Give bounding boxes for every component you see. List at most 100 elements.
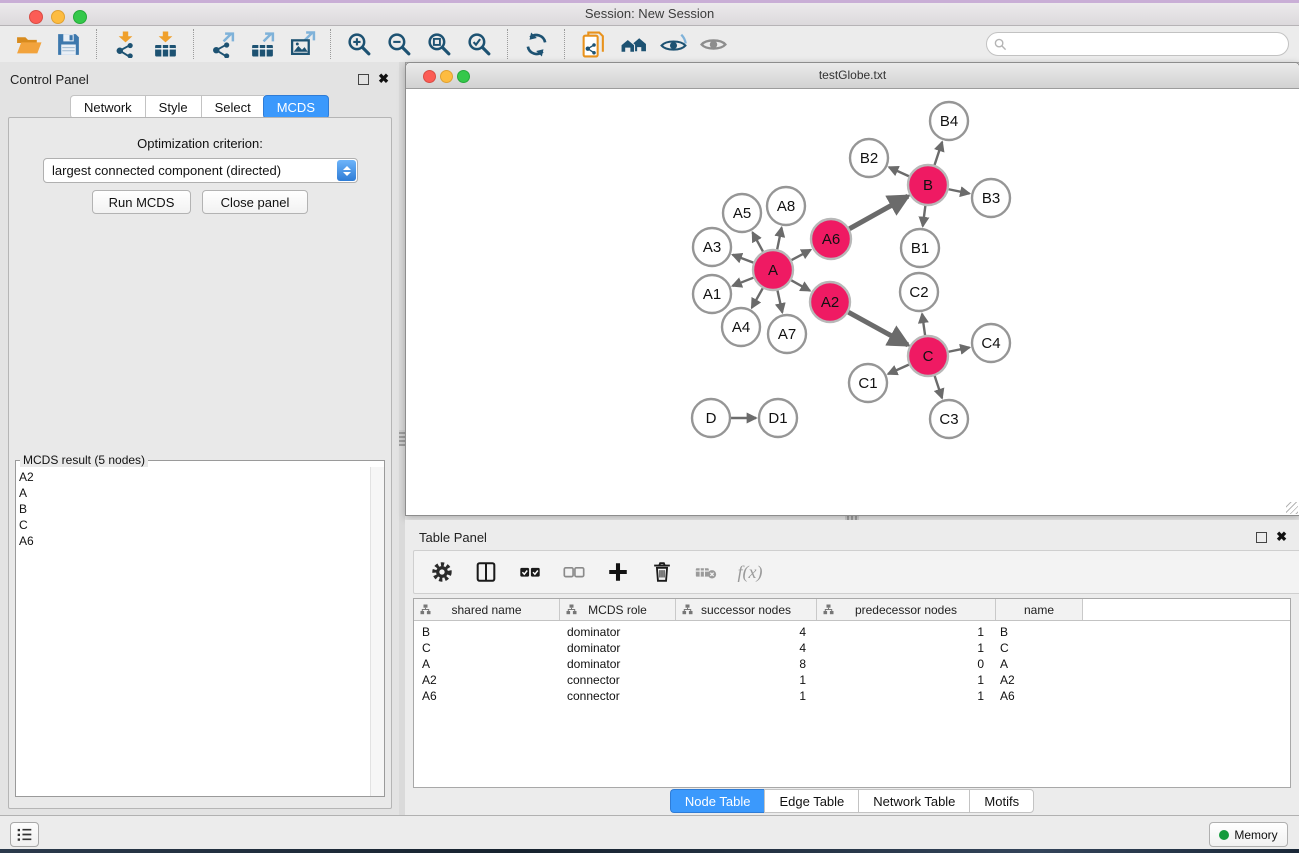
graph-edge-B-B4[interactable] [935, 142, 943, 165]
graph-edge-C-C4[interactable] [949, 347, 970, 351]
select-all-columns-button[interactable] [516, 558, 544, 586]
network-canvas[interactable]: AA1A2A3A4A5A6A7A8BB1B2B3B4CC1C2C3C4DD1 [406, 89, 1299, 515]
search-input[interactable] [986, 32, 1289, 56]
main-titlebar[interactable]: Session: New Session [0, 3, 1299, 26]
table-row[interactable]: A dominator 8 0 A [414, 656, 1290, 672]
function-builder-button[interactable]: f(x) [736, 558, 764, 586]
run-mcds-button[interactable]: Run MCDS [92, 190, 191, 214]
tab-style[interactable]: Style [145, 95, 201, 119]
tab-network[interactable]: Network [70, 95, 145, 119]
graph-edge-C-C2[interactable] [922, 314, 925, 335]
graph-node-A4[interactable]: A4 [722, 308, 760, 346]
tab-mcds[interactable]: MCDS [263, 95, 329, 119]
open-session-button[interactable] [8, 28, 48, 60]
graph-node-C3[interactable]: C3 [930, 400, 968, 438]
graph-node-C2[interactable]: C2 [900, 273, 938, 311]
graph-node-B4[interactable]: B4 [930, 102, 968, 140]
column-header-name[interactable]: name [996, 599, 1083, 620]
close-panel-button[interactable]: Close panel [202, 190, 308, 214]
graph-edge-A-A1[interactable] [732, 278, 753, 286]
graph-edge-A-A3[interactable] [733, 255, 754, 263]
export-table-button[interactable] [242, 28, 282, 60]
memory-button[interactable]: Memory [1209, 822, 1288, 847]
list-item[interactable]: A [19, 485, 371, 501]
graph-edge-B-B1[interactable] [923, 206, 926, 226]
window-resize-grip[interactable] [1286, 502, 1298, 514]
graph-edge-A-A7[interactable] [777, 291, 782, 313]
graph-node-A7[interactable]: A7 [768, 315, 806, 353]
graph-edge-A6-B[interactable] [849, 196, 908, 229]
close-panel-icon[interactable]: ✖ [1276, 532, 1287, 542]
tab-network-table[interactable]: Network Table [858, 789, 969, 813]
column-header-predecessor-nodes[interactable]: predecessor nodes [817, 599, 996, 620]
graph-node-B[interactable]: B [908, 165, 948, 205]
tab-edge-table[interactable]: Edge Table [764, 789, 858, 813]
graph-node-A8[interactable]: A8 [767, 187, 805, 225]
graph-edge-A-A4[interactable] [752, 288, 763, 308]
column-header-successor-nodes[interactable]: successor nodes [676, 599, 817, 620]
column-header-shared-name[interactable]: shared name [414, 599, 560, 620]
graph-node-C4[interactable]: C4 [972, 324, 1010, 362]
zoom-selected-button[interactable] [459, 28, 499, 60]
graph-node-D1[interactable]: D1 [759, 399, 797, 437]
graph-edge-B-B2[interactable] [889, 167, 909, 176]
list-item[interactable]: A6 [19, 533, 371, 549]
table-row[interactable]: A2 connector 1 1 A2 [414, 672, 1290, 688]
show-task-history-button[interactable] [10, 822, 39, 847]
tab-node-table[interactable]: Node Table [670, 789, 765, 813]
network-window-titlebar[interactable]: testGlobe.txt [406, 63, 1299, 89]
tab-motifs[interactable]: Motifs [969, 789, 1034, 813]
graph-node-B2[interactable]: B2 [850, 139, 888, 177]
delete-column-button[interactable] [648, 558, 676, 586]
float-panel-icon[interactable] [358, 74, 369, 85]
list-item[interactable]: A2 [19, 469, 371, 485]
show-graphics-details-button[interactable] [653, 28, 693, 60]
graph-edge-A-A2[interactable] [791, 280, 810, 290]
graph-node-A2[interactable]: A2 [810, 282, 850, 322]
close-panel-icon[interactable]: ✖ [378, 74, 389, 84]
graph-edge-A2-C[interactable] [848, 312, 907, 345]
table-settings-button[interactable] [428, 558, 456, 586]
import-network-button[interactable] [105, 28, 145, 60]
mcds-result-list[interactable]: A2 A B C A6 [16, 467, 371, 796]
graph-node-C1[interactable]: C1 [849, 364, 887, 402]
import-table-button[interactable] [145, 28, 185, 60]
graph-node-A5[interactable]: A5 [723, 194, 761, 232]
graph-edge-C-C3[interactable] [935, 376, 942, 398]
graph-node-B1[interactable]: B1 [901, 229, 939, 267]
scrollbar-track[interactable] [370, 467, 384, 796]
graph-node-B3[interactable]: B3 [972, 179, 1010, 217]
graph-node-A[interactable]: A [753, 250, 793, 290]
graph-edge-B-B3[interactable] [949, 189, 970, 193]
export-network-button[interactable] [202, 28, 242, 60]
refresh-view-button[interactable] [516, 28, 556, 60]
graph-edge-A-A5[interactable] [753, 232, 763, 251]
list-item[interactable]: C [19, 517, 371, 533]
graph-edge-C-C1[interactable] [888, 365, 909, 374]
deselect-all-columns-button[interactable] [560, 558, 588, 586]
graph-node-A1[interactable]: A1 [693, 275, 731, 313]
graph-node-D[interactable]: D [692, 399, 730, 437]
graph-edge-A-A6[interactable] [792, 250, 811, 260]
criterion-dropdown[interactable]: largest connected component (directed) [43, 158, 358, 183]
table-row[interactable]: C dominator 4 1 C [414, 640, 1290, 656]
tab-select[interactable]: Select [201, 95, 264, 119]
save-session-button[interactable] [48, 28, 88, 60]
zoom-fit-button[interactable] [419, 28, 459, 60]
float-panel-icon[interactable] [1256, 532, 1267, 543]
show-all-networks-button[interactable] [613, 28, 653, 60]
hide-graphics-details-button[interactable] [693, 28, 733, 60]
network-graph[interactable]: AA1A2A3A4A5A6A7A8BB1B2B3B4CC1C2C3C4DD1 [406, 89, 1297, 514]
copy-network-button[interactable] [573, 28, 613, 60]
graph-node-C[interactable]: C [908, 336, 948, 376]
column-layout-button[interactable] [472, 558, 500, 586]
export-image-button[interactable] [282, 28, 322, 60]
table-row[interactable]: B dominator 4 1 B [414, 624, 1290, 640]
zoom-in-button[interactable] [339, 28, 379, 60]
graph-edge-A-A8[interactable] [777, 228, 781, 250]
column-header-mcds-role[interactable]: MCDS role [560, 599, 676, 620]
list-item[interactable]: B [19, 501, 371, 517]
graph-node-A3[interactable]: A3 [693, 228, 731, 266]
delete-table-button[interactable] [692, 558, 720, 586]
zoom-out-button[interactable] [379, 28, 419, 60]
